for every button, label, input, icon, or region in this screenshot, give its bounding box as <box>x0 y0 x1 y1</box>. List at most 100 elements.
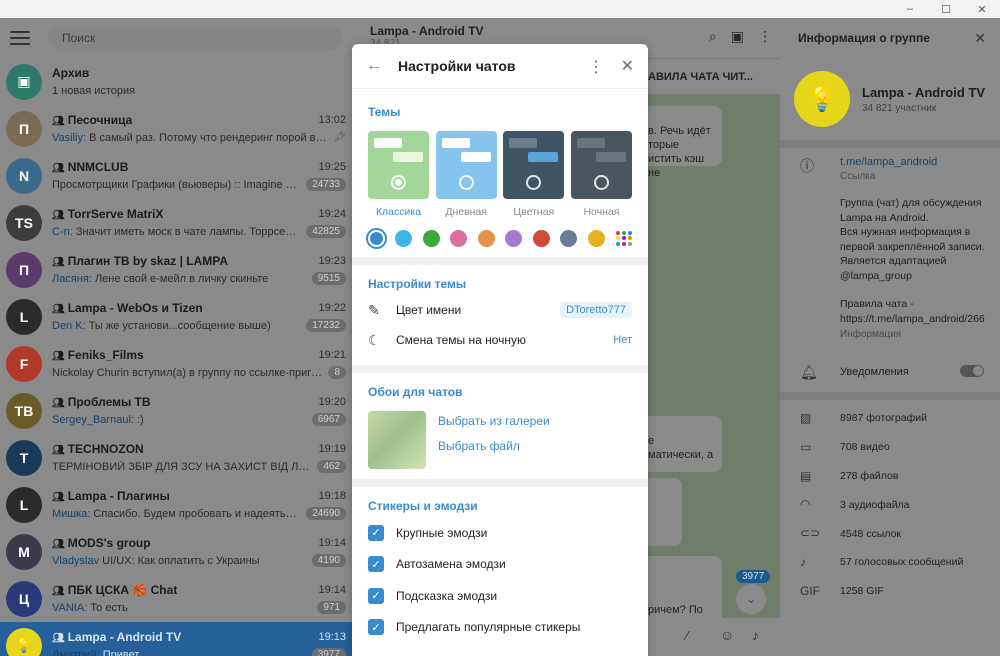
scroll-down-button[interactable]: ⌄ <box>736 584 766 614</box>
emoji-icon[interactable]: ☺ <box>720 627 734 643</box>
chat-item[interactable]: П 👥︎ Песочница 13:02 Vasiliy: В самый раз. П… <box>0 105 352 152</box>
sidebar-toggle-icon[interactable]: ▣ <box>731 28 744 45</box>
chat-item[interactable]: N 👥︎ NNMCLUB 19:25 Просмотрщики Графики (вью… <box>0 152 352 199</box>
night-switch-label: Смена темы на ночную <box>396 333 527 347</box>
group-icon: 👥︎ <box>52 256 65 268</box>
media-row[interactable]: ▤ 278 файлов <box>780 462 1000 491</box>
chat-item[interactable]: 💡 👥︎ Lampa - Android TV 19:13 Дмитрий: Приве… <box>0 622 352 656</box>
chat-item[interactable]: T 👥︎ TECHNOZON 19:19 ТЕРМІНОВИЙ ЗБІР ДЛЯ ЗСУ… <box>0 434 352 481</box>
chat-item[interactable]: ▣ Архив 1 новая история <box>0 58 352 105</box>
chat-item[interactable]: M 👥︎ MODS's group 19:14 Vladyslav UI/UX: Как… <box>0 528 352 575</box>
accent-color-swatch[interactable] <box>395 230 413 247</box>
media-row[interactable]: ◠ 3 аудиофайла <box>780 490 1000 519</box>
accent-color-swatch[interactable] <box>422 230 440 247</box>
checkbox-row[interactable]: ✓ Автозамена эмодзи <box>368 549 632 581</box>
checkbox-row[interactable]: ✓ Предлагать популярные стикеры <box>368 612 632 644</box>
name-color-row[interactable]: ✎ Цвет имени DToretto777 <box>368 295 632 325</box>
theme-option[interactable]: Цветная <box>503 131 565 218</box>
rules-link[interactable]: https://t.me/lampa_android/266 <box>840 312 986 327</box>
mic-icon[interactable]: ♪ <box>752 627 759 643</box>
close-icon[interactable]: ✕ <box>974 30 986 47</box>
chat-item[interactable]: П 👥︎ Плагин ТВ by skaz | LAMPA 19:23 Ласяня:… <box>0 246 352 293</box>
media-row[interactable]: ⊂⊃ 4548 ссылок <box>780 519 1000 548</box>
theme-option[interactable]: Дневная <box>435 131 497 218</box>
chat-time: 19:25 <box>318 160 346 173</box>
chat-item[interactable]: L 👥︎ Lampa - WebOs и Tizen 19:22 Den K: Ты ж… <box>0 293 352 340</box>
accent-color-swatch[interactable] <box>560 230 578 247</box>
media-row[interactable]: ▨ 8987 фотографий <box>780 404 1000 433</box>
notifications-toggle[interactable] <box>960 365 984 377</box>
message-bubble[interactable]: в. Речь идёт торые истить кэш не <box>642 106 722 179</box>
night-switch-row[interactable]: ☾ Смена темы на ночную Нет <box>368 325 632 355</box>
video-icon: ▭ <box>800 439 812 454</box>
wallpaper-preview[interactable] <box>368 411 426 469</box>
close-window-button[interactable]: ✕ <box>964 0 1000 18</box>
close-icon[interactable]: ✕ <box>621 56 634 76</box>
message-bubble[interactable] <box>642 478 682 546</box>
message-bubble[interactable]: е матически, а <box>642 416 722 472</box>
info-description-row: Группа (чат) для обсуждения Lampa на And… <box>780 188 1000 346</box>
checkbox-checked[interactable]: ✓ <box>368 556 384 573</box>
divider <box>352 257 648 265</box>
accent-color-swatch[interactable] <box>477 230 495 247</box>
media-row[interactable]: GIF 1258 GIF <box>780 577 1000 606</box>
more-icon[interactable]: ⋮ <box>758 28 772 45</box>
search-input[interactable]: Поиск <box>48 25 342 51</box>
search-icon[interactable]: ⌕ <box>709 28 717 45</box>
accent-color-swatch[interactable] <box>587 230 605 247</box>
chat-title: 👥︎ NNMCLUB <box>52 159 129 174</box>
chat-item[interactable]: TS 👥︎ TorrServe MatriX 19:24 C-n: Значит име… <box>0 199 352 246</box>
choose-from-gallery-link[interactable]: Выбрать из галереи <box>438 411 550 436</box>
maximize-button[interactable]: ☐ <box>928 0 964 18</box>
chat-item[interactable]: F 👥︎ Feniks_Films 19:21 Nickolay Churin всту… <box>0 340 352 387</box>
group-avatar[interactable]: 💡 <box>794 71 850 127</box>
accent-color-swatch[interactable] <box>368 230 385 247</box>
chat-title: 👥︎ Плагин ТВ by skaz | LAMPA <box>52 253 229 268</box>
checkbox-label: Автозамена эмодзи <box>396 557 506 572</box>
avatar: ▣ <box>6 63 42 100</box>
checkbox-checked[interactable]: ✓ <box>368 619 384 636</box>
accent-color-swatch[interactable] <box>505 230 523 247</box>
group-username-link[interactable]: @lampa_group <box>840 269 986 284</box>
accent-color-swatch[interactable] <box>532 230 550 247</box>
menu-icon[interactable] <box>10 31 30 45</box>
commands-icon[interactable]: ⁄ <box>686 628 688 643</box>
theme-label: Дневная <box>445 206 487 218</box>
chat-item[interactable]: ТВ 👥︎ Проблемы ТВ 19:20 Sergey_Barnaul: :) 69… <box>0 387 352 434</box>
message-text: в. Речь идёт торые истить кэш не <box>648 125 711 179</box>
custom-color-icon[interactable] <box>615 230 632 247</box>
back-arrow-icon[interactable]: ← <box>366 57 382 75</box>
accent-color-swatch[interactable] <box>450 230 468 247</box>
chat-preview: Vasiliy: В самый раз. Потому что рендери… <box>52 131 327 144</box>
media-row[interactable]: ♪ 57 голосовых сообщений <box>780 548 1000 577</box>
theme-option[interactable]: Классика <box>368 131 429 218</box>
notifications-row[interactable]: 🔔︎ Уведомления <box>780 352 1000 392</box>
chat-list-panel: Поиск ▣ Архив 1 новая история П 👥︎ Песочница 1… <box>0 18 352 656</box>
checkbox-row[interactable]: ✓ Подсказка эмодзи <box>368 580 632 612</box>
chat-item[interactable]: Ц 👥︎ ПБК ЦСКА 🏀 Chat 19:14 VANIA: То есть 971 <box>0 575 352 622</box>
checkbox-row[interactable]: ✓ Крупные эмодзи <box>368 517 632 549</box>
more-icon[interactable]: ⋮ <box>588 57 604 77</box>
group-icon: 👥︎ <box>52 538 65 550</box>
media-row[interactable]: ▭ 708 видео <box>780 433 1000 462</box>
choose-file-link[interactable]: Выбрать файл <box>438 436 550 461</box>
divider <box>352 479 648 487</box>
minimize-button[interactable]: – <box>892 0 928 18</box>
checkbox-checked[interactable]: ✓ <box>368 587 384 604</box>
theme-option[interactable]: Ночная <box>570 131 632 218</box>
group-icon: 👥︎ <box>52 491 65 503</box>
chat-time: 19:21 <box>318 348 346 361</box>
chevron-down-icon: ⌄ <box>745 592 757 606</box>
chat-item[interactable]: L 👥︎ Lampa - Плагины 19:18 Мишка: Спасибо. Б… <box>0 481 352 528</box>
message-bubble[interactable]: ричем? По <box>642 556 722 626</box>
chat-time: 19:22 <box>318 301 346 314</box>
info-icon: ⓘ <box>800 158 814 174</box>
description-caption: Информация <box>840 329 902 340</box>
info-link-row[interactable]: ⓘ t.me/lampa_android Ссылка <box>780 148 1000 188</box>
checkbox-checked[interactable]: ✓ <box>368 524 384 541</box>
unread-count-badge: 6967 <box>311 413 346 426</box>
group-info-header: Информация о группе <box>798 31 930 45</box>
unread-count-badge: 3977 <box>311 648 346 656</box>
avatar: TS <box>6 204 42 241</box>
group-link[interactable]: t.me/lampa_android <box>840 156 986 168</box>
